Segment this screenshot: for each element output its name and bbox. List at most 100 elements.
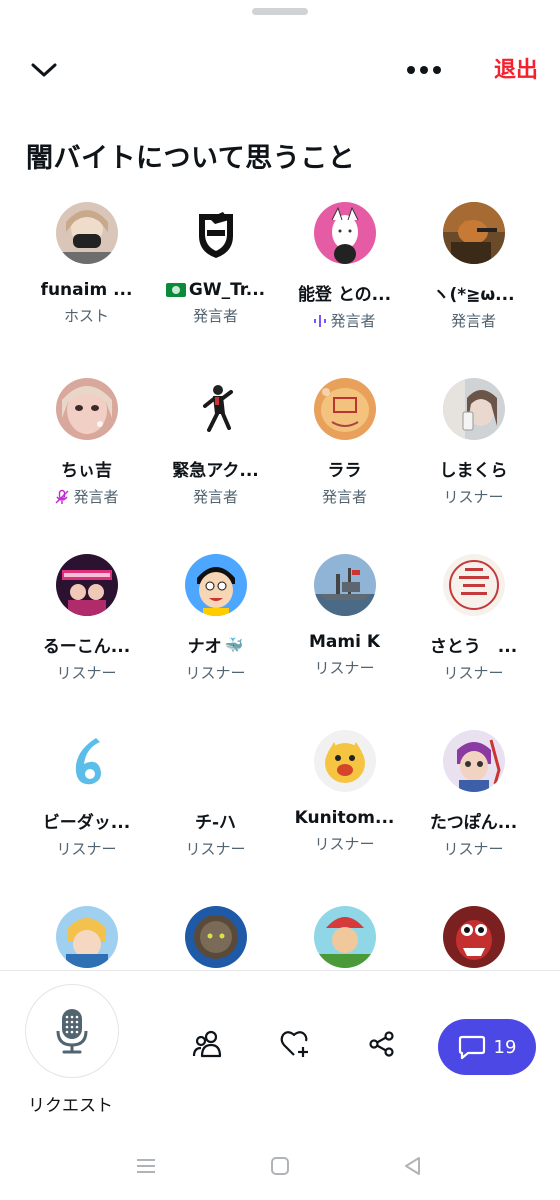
participant-role: リスナー (185, 662, 245, 683)
space-title: 闇バイトについて思うこと (26, 143, 356, 174)
avatar (55, 906, 118, 968)
back-triangle-icon (405, 1157, 420, 1175)
participant[interactable]: 緊急アク... 発言者 (151, 378, 280, 524)
home-button[interactable] (268, 1154, 292, 1178)
participant[interactable]: るーこん... リスナー (22, 554, 151, 700)
participant[interactable]: チ-ハ リスナー (151, 730, 280, 876)
space-sheet: 退出 闇バイトについて思うこと funaim ... ホスト GW_Tr... … (0, 0, 560, 1200)
mic-muted-icon (55, 489, 69, 504)
speaking-icon (314, 314, 327, 327)
participant-name: ナオ 🐳 (187, 632, 244, 658)
whale-emoji-icon: 🐳 (224, 635, 244, 654)
avatar (55, 730, 118, 792)
avatar (184, 906, 247, 968)
avatar (313, 554, 376, 616)
participant-name: たつぽん... (429, 813, 518, 833)
participant[interactable]: funaim ... ホスト (22, 202, 151, 348)
participant-role: リスナー (443, 662, 503, 683)
participant-role: 発言者 (193, 486, 238, 507)
participant-name: ヽ(*≧ω... (432, 285, 515, 305)
avatar (442, 202, 505, 264)
participant[interactable]: Kunitom... リスナー (280, 730, 409, 876)
drag-handle[interactable] (252, 8, 308, 15)
heart-plus-icon (280, 1031, 308, 1057)
participant-name: さとう ... (429, 637, 518, 657)
participant-name: Kunitom... (294, 808, 395, 828)
avatar (313, 202, 376, 264)
chat-count: 19 (493, 1036, 517, 1058)
role-label: 発言者 (73, 488, 119, 506)
participant-role: リスナー (443, 486, 503, 507)
more-dots-icon (407, 66, 441, 74)
participant-name: Mami K (308, 632, 381, 652)
participant-name: ちぃ吉 (61, 461, 112, 481)
participant-name: るーこん... (42, 637, 131, 657)
chat-button[interactable]: 19 (438, 1019, 536, 1075)
role-label: リスナー (56, 840, 117, 858)
participants-button[interactable] (190, 1026, 226, 1062)
chevron-down-icon (31, 63, 57, 77)
role-label: リスナー (56, 664, 117, 682)
participant[interactable]: 能登 との... 発言者 (280, 202, 409, 348)
role-label: 発言者 (192, 488, 238, 506)
participant[interactable]: ララ 発言者 (280, 378, 409, 524)
collapse-button[interactable] (24, 50, 64, 90)
menu-lines-icon (137, 1159, 155, 1173)
role-label: リスナー (443, 840, 504, 858)
participant-role: リスナー (56, 662, 116, 683)
back-button[interactable] (400, 1154, 424, 1178)
avatar (442, 554, 505, 616)
participant-role: 発言者 (193, 305, 238, 326)
avatar (184, 554, 247, 616)
microphone-icon (56, 1009, 88, 1054)
avatar (442, 730, 505, 792)
participant-name: funaim ... (40, 280, 133, 300)
participant[interactable]: さとう ... リスナー (409, 554, 538, 700)
avatar (442, 378, 505, 440)
participant[interactable]: ちぃ吉 発言者 (22, 378, 151, 524)
avatar (184, 730, 247, 792)
more-button[interactable] (400, 50, 448, 90)
participant[interactable]: ビーダッ... リスナー (22, 730, 151, 876)
recent-apps-button[interactable] (134, 1154, 158, 1178)
people-icon (192, 1030, 222, 1058)
participant[interactable]: GW_Tr... 発言者 (151, 202, 280, 348)
participant-role: リスナー (314, 833, 374, 854)
participant-role: 発言者 (313, 310, 376, 331)
request-mic-button[interactable] (25, 984, 119, 1078)
participant-role: リスナー (185, 838, 245, 859)
share-icon (369, 1031, 394, 1057)
participant-role: 発言者 (322, 486, 367, 507)
macau-flag-icon (165, 283, 186, 297)
participant[interactable]: Mami K リスナー (280, 554, 409, 700)
participant[interactable]: たつぽん... リスナー (409, 730, 538, 876)
avatar (313, 378, 376, 440)
participant-role: リスナー (56, 838, 116, 859)
avatar (442, 906, 505, 968)
participant-name: GW_Tr... (165, 280, 265, 300)
participant-role: リスナー (443, 838, 503, 859)
avatar (313, 730, 376, 792)
participant-name: ビーダッ... (42, 813, 131, 833)
participant-grid: funaim ... ホスト GW_Tr... 発言者 能登 との... 発言者 (22, 202, 538, 1052)
participant[interactable]: ヽ(*≧ω... 発言者 (409, 202, 538, 348)
participant-role: リスナー (314, 657, 374, 678)
share-button[interactable] (364, 1026, 400, 1062)
participant-name: チ-ハ (194, 813, 237, 833)
role-label: 発言者 (321, 488, 367, 506)
role-label: リスナー (443, 664, 504, 682)
participant[interactable]: ナオ 🐳 リスナー (151, 554, 280, 700)
role-label: リスナー (314, 835, 375, 853)
role-label: 発言者 (330, 312, 376, 330)
role-label: 発言者 (450, 312, 496, 330)
avatar (184, 378, 247, 440)
exit-button[interactable]: 退出 (494, 52, 538, 84)
react-button[interactable] (277, 1026, 313, 1062)
avatar (55, 202, 118, 264)
name-text: ナオ (187, 637, 222, 657)
participant-role: ホスト (64, 305, 109, 326)
participant[interactable]: しまくら リスナー (409, 378, 538, 524)
role-label: リスナー (443, 488, 504, 506)
avatar (184, 202, 247, 264)
avatar (55, 554, 118, 616)
